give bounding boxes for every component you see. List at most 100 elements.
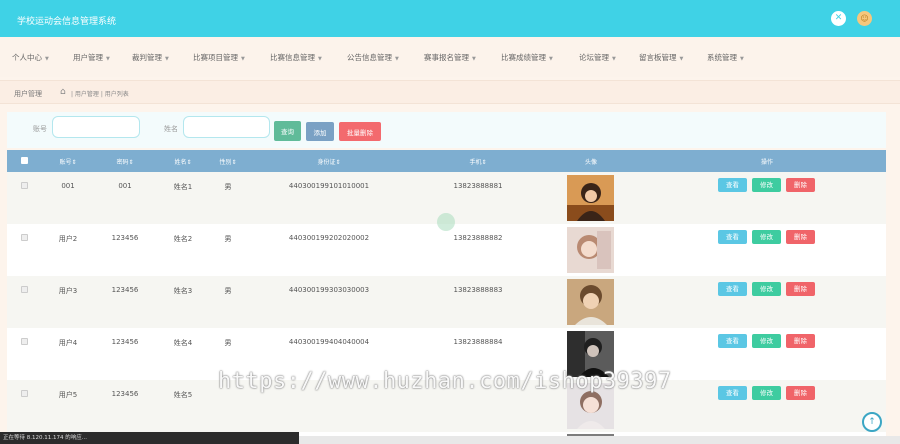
nav-item-competitions[interactable]: 比赛信息管理 ▼: [270, 52, 322, 63]
cell-phone: 13823888882: [453, 234, 503, 242]
nav-item-events[interactable]: 比赛项目管理 ▼: [193, 52, 245, 63]
delete-button[interactable]: 删除: [786, 386, 815, 400]
cell-password: 123456: [111, 338, 139, 346]
cell-password: 123456: [111, 286, 139, 294]
cell-phone: 13823888884: [453, 338, 503, 346]
name-label: 姓名: [164, 125, 178, 133]
cell-account: 用户3: [58, 287, 78, 295]
view-button[interactable]: 查看: [718, 334, 747, 348]
chevron-down-icon: ▼: [612, 56, 616, 62]
breadcrumb-path[interactable]: | 用户管理 | 用户列表: [71, 89, 129, 98]
account-label: 账号: [33, 125, 47, 133]
avatar: [567, 279, 614, 325]
cursor-highlight: [437, 213, 455, 231]
delete-button[interactable]: 删除: [786, 178, 815, 192]
user-table: 账号⇕ 密码⇕ 姓名⇕ 性别⇕ 身份证⇕ 手机⇕ 头像 操作 001 001 姓…: [7, 150, 886, 444]
edit-button[interactable]: 修改: [752, 386, 781, 400]
row-checkbox[interactable]: [21, 182, 28, 189]
nav-item-referees[interactable]: 裁判管理 ▼: [132, 52, 169, 63]
header-phone[interactable]: 手机⇕: [469, 157, 486, 166]
chevron-down-icon: ▼: [106, 56, 110, 62]
avatar: [567, 227, 614, 273]
cell-id-card: 440300199101010001: [288, 182, 370, 190]
cell-gender: 男: [224, 235, 232, 243]
user-avatar-icon[interactable]: ☺: [857, 11, 872, 26]
cell-name: 姓名1: [173, 183, 193, 191]
cell-gender: 男: [224, 287, 232, 295]
row-checkbox[interactable]: [21, 234, 28, 241]
name-input[interactable]: [183, 116, 270, 138]
settings-icon[interactable]: ✕: [831, 11, 846, 26]
header-id-card[interactable]: 身份证⇕: [317, 157, 340, 166]
edit-button[interactable]: 修改: [752, 334, 781, 348]
cell-account: 001: [61, 182, 75, 190]
cell-password: 001: [118, 182, 132, 190]
delete-button[interactable]: 删除: [786, 282, 815, 296]
table-row: 用户3 123456 姓名3 男 440300199303030003 1382…: [7, 276, 886, 328]
cell-account: 用户2: [58, 235, 78, 243]
cell-phone: 13823888881: [453, 182, 503, 190]
chevron-down-icon: ▼: [318, 56, 322, 62]
edit-button[interactable]: 修改: [752, 282, 781, 296]
cell-password: 123456: [111, 390, 139, 398]
nav-item-profile[interactable]: 个人中心 ▼: [12, 52, 49, 63]
nav-item-results[interactable]: 比赛成绩管理 ▼: [501, 52, 553, 63]
cell-id-card: 440300199404040004: [288, 338, 370, 346]
delete-button[interactable]: 删除: [786, 230, 815, 244]
horizontal-scrollbar[interactable]: [299, 436, 900, 444]
cell-gender: 男: [224, 183, 232, 191]
back-to-top-icon[interactable]: ↑: [862, 412, 882, 432]
browser-status-bar: 正在等待 8.120.11.174 的响应...: [0, 432, 299, 444]
nav-item-users[interactable]: 用户管理 ▼: [73, 52, 110, 63]
row-checkbox[interactable]: [21, 390, 28, 397]
header-account[interactable]: 账号⇕: [59, 157, 76, 166]
header-actions: 操作: [760, 159, 774, 166]
chevron-down-icon: ▼: [679, 56, 684, 62]
header-name[interactable]: 姓名⇕: [174, 157, 191, 166]
table-header: 账号⇕ 密码⇕ 姓名⇕ 性别⇕ 身份证⇕ 手机⇕ 头像 操作: [7, 150, 886, 172]
select-all-checkbox[interactable]: [21, 157, 28, 164]
search-panel: 账号 姓名 查询 添加 批量删除: [7, 112, 886, 148]
delete-button[interactable]: 删除: [786, 334, 815, 348]
chevron-down-icon: ▼: [549, 56, 553, 62]
nav-item-announcements[interactable]: 公告信息管理 ▼: [347, 52, 399, 63]
edit-button[interactable]: 修改: [752, 178, 781, 192]
query-button[interactable]: 查询: [274, 121, 301, 141]
cell-id-card: 440300199202020002: [288, 234, 370, 242]
avatar: [567, 175, 614, 221]
row-checkbox[interactable]: [21, 286, 28, 293]
view-button[interactable]: 查看: [718, 230, 747, 244]
home-icon[interactable]: ⌂: [60, 87, 66, 97]
nav-item-registrations[interactable]: 赛事报名管理 ▼: [424, 52, 476, 63]
watermark-text: https://www.huzhan.com/ishop39397: [218, 369, 672, 394]
nav-item-messages[interactable]: 留言板管理 ▼: [639, 52, 683, 63]
chevron-down-icon: ▼: [241, 56, 245, 62]
row-checkbox[interactable]: [21, 338, 28, 345]
view-button[interactable]: 查看: [718, 282, 747, 296]
app-title: 学校运动会信息管理系统: [17, 17, 117, 27]
cell-name: 姓名4: [173, 339, 193, 347]
add-button[interactable]: 添加: [306, 122, 334, 141]
account-input[interactable]: [52, 116, 140, 138]
chevron-down-icon: ▼: [395, 56, 399, 62]
nav-item-forum[interactable]: 论坛管理 ▼: [579, 52, 616, 63]
chevron-down-icon: ▼: [165, 56, 169, 62]
edit-button[interactable]: 修改: [752, 230, 781, 244]
cell-name: 姓名3: [173, 287, 193, 295]
view-button[interactable]: 查看: [718, 178, 747, 192]
breadcrumb-title: 用户管理: [14, 90, 42, 98]
cell-phone: 13823888883: [453, 286, 503, 294]
header-gender[interactable]: 性别⇕: [219, 157, 236, 166]
nav-item-system[interactable]: 系统管理 ▼: [707, 52, 744, 63]
cell-name: 姓名5: [173, 391, 193, 399]
top-bar: 学校运动会信息管理系统 ✕ ☺: [0, 0, 900, 37]
header-avatar: 头像: [584, 159, 598, 166]
batch-delete-button[interactable]: 批量删除: [339, 122, 381, 141]
chevron-down-icon: ▼: [45, 56, 49, 62]
view-button[interactable]: 查看: [718, 386, 747, 400]
table-row: 用户2 123456 姓名2 男 440300199202020002 1382…: [7, 224, 886, 276]
cell-name: 姓名2: [173, 235, 193, 243]
chevron-down-icon: ▼: [740, 56, 744, 62]
header-password[interactable]: 密码⇕: [116, 157, 133, 166]
breadcrumb: 用户管理 ⌂ | 用户管理 | 用户列表: [0, 80, 900, 104]
